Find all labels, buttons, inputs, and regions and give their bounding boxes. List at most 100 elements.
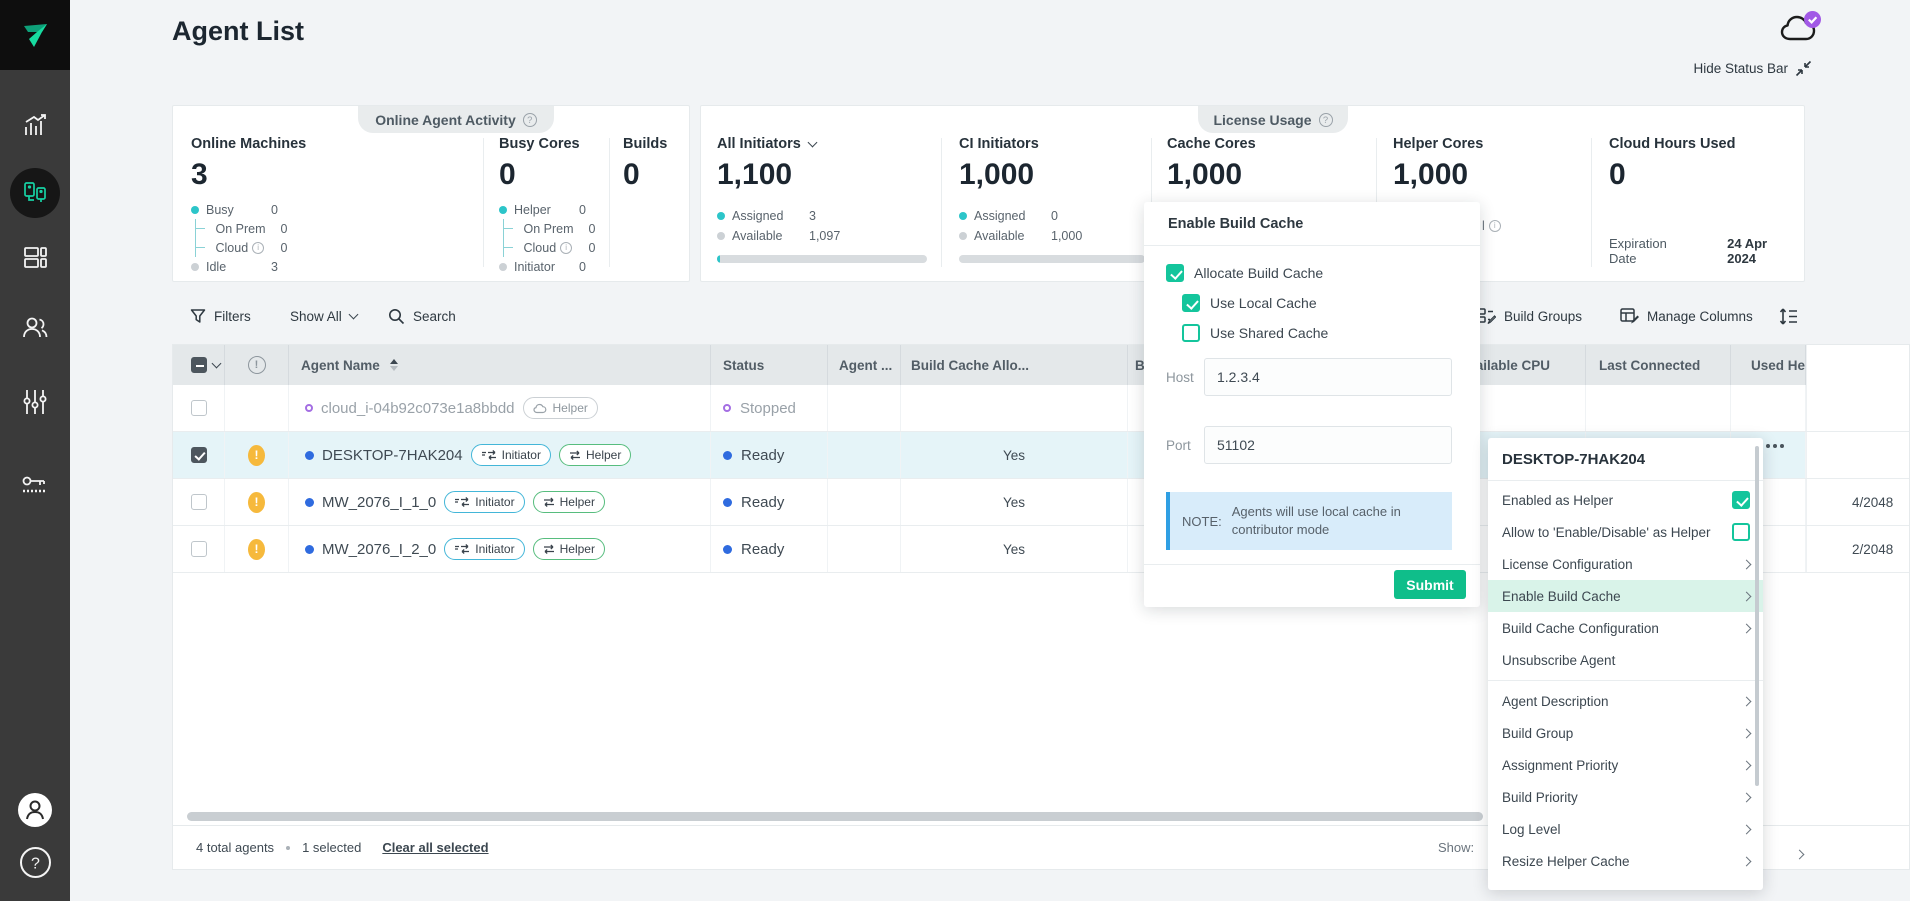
use-shared-cache-option[interactable]: Use Shared Cache — [1182, 318, 1480, 348]
search-button[interactable]: Search — [388, 305, 456, 327]
stat-value: 0 — [499, 158, 607, 192]
host-input[interactable] — [1204, 358, 1452, 396]
menu-item-enable-build-cache[interactable]: Enable Build Cache — [1488, 580, 1763, 612]
row-checkbox[interactable] — [191, 541, 207, 557]
helper-dot — [499, 206, 507, 214]
menu-item-build-priority[interactable]: Build Priority — [1488, 781, 1763, 813]
stat-value: 1,000 — [1393, 158, 1483, 192]
usage-bar — [959, 255, 1145, 263]
select-all-checkbox[interactable] — [191, 357, 207, 373]
chevron-right-icon — [1742, 792, 1752, 802]
svg-text:?: ? — [31, 856, 40, 873]
cloud-connection-icon[interactable] — [1778, 10, 1824, 53]
clear-all-selected-link[interactable]: Clear all selected — [382, 840, 488, 855]
menu-item-enabled-as-helper[interactable]: Enabled as Helper — [1488, 484, 1763, 516]
chevron-down-icon[interactable] — [807, 138, 817, 148]
menu-item-allow-enable-disable[interactable]: Allow to 'Enable/Disable' as Helper — [1488, 516, 1763, 548]
sidebar-item-users[interactable] — [0, 314, 70, 342]
stat-title: Busy Cores — [499, 136, 607, 152]
agent-name[interactable]: MW_2076_I_1_0 — [322, 494, 436, 511]
chevron-down-icon[interactable] — [212, 359, 222, 369]
help-icon[interactable]: ? — [0, 846, 70, 879]
menu-item-license-configuration[interactable]: License Configuration — [1488, 548, 1763, 580]
menu-scrollbar[interactable] — [1755, 446, 1759, 786]
stat-value: 3 — [191, 158, 471, 192]
help-question-icon[interactable]: ? — [1319, 113, 1333, 127]
menu-item-agent-description[interactable]: Agent Description — [1488, 685, 1763, 717]
enable-build-cache-dialog: Enable Build Cache Allocate Build Cache … — [1144, 202, 1480, 607]
manage-columns-button[interactable]: Manage Columns — [1620, 305, 1753, 327]
filters-button[interactable]: Filters — [190, 305, 251, 327]
agent-name[interactable]: cloud_i-04b92c073e1a8bbdd — [321, 400, 515, 417]
table-row[interactable]: cloud_i-04b92c073e1a8bbdd Helper Stopped — [173, 385, 1909, 432]
info-icon[interactable]: i — [1489, 220, 1501, 232]
agent-name[interactable]: DESKTOP-7HAK204 — [322, 447, 463, 464]
stat-title: Builds — [623, 136, 667, 152]
page-title: Agent List — [172, 16, 304, 47]
stat-title: Cloud Hours Used — [1609, 136, 1799, 152]
hide-status-bar-button[interactable]: Hide Status Bar — [1640, 60, 1812, 77]
show-all-dropdown[interactable]: Show All — [290, 305, 357, 327]
stat-value: 1,000 — [1167, 158, 1256, 192]
info-icon[interactable]: i — [560, 242, 572, 254]
app-logo-icon[interactable] — [0, 0, 70, 70]
builds-stat: Builds 0 — [623, 136, 667, 192]
row-checkbox[interactable] — [191, 494, 207, 510]
checkbox-checked[interactable] — [1166, 264, 1184, 282]
checkbox-unchecked[interactable] — [1732, 523, 1750, 541]
warning-column-header: ! — [225, 345, 289, 385]
menu-item-build-cache-configuration[interactable]: Build Cache Configuration — [1488, 612, 1763, 644]
info-icon[interactable]: i — [252, 242, 264, 254]
note-label: NOTE: — [1182, 514, 1222, 529]
sidebar-item-agents-active[interactable] — [0, 168, 70, 218]
checkbox-checked[interactable] — [1732, 491, 1750, 509]
warning-icon[interactable]: ! — [248, 539, 265, 560]
column-header-status: Status — [711, 345, 828, 385]
helper-cores-partial-label: l i — [1482, 219, 1501, 233]
checkbox-unchecked[interactable] — [1182, 324, 1200, 342]
stat-row: Idle 3 — [191, 257, 471, 276]
agent-name-header-label: Agent Name — [301, 358, 380, 373]
row-checkbox-checked[interactable] — [191, 447, 207, 463]
build-groups-label: Build Groups — [1504, 309, 1582, 324]
submit-button[interactable]: Submit — [1394, 570, 1466, 599]
warning-icon[interactable]: ! — [248, 492, 265, 513]
status-label: Ready — [741, 541, 784, 558]
column-header-agent-name[interactable]: Agent Name — [289, 345, 711, 385]
initiator-badge: Initiator — [444, 538, 524, 560]
column-header-used-helper: Used He — [1731, 345, 1806, 385]
horizontal-scrollbar[interactable] — [187, 812, 1483, 821]
warning-icon[interactable]: ! — [248, 445, 265, 466]
user-avatar[interactable] — [0, 792, 70, 828]
agent-name[interactable]: MW_2076_I_2_0 — [322, 541, 436, 558]
menu-item-build-group[interactable]: Build Group — [1488, 717, 1763, 749]
sidebar-item-settings[interactable] — [0, 388, 70, 416]
checkbox-checked[interactable] — [1182, 294, 1200, 312]
stat-row: Cloudi 0 — [504, 238, 608, 257]
sidebar-item-dashboard[interactable] — [0, 112, 70, 139]
menu-item-log-level[interactable]: Log Level — [1488, 813, 1763, 845]
allocate-build-cache-label: Allocate Build Cache — [1194, 265, 1323, 281]
menu-item-assignment-priority[interactable]: Assignment Priority — [1488, 749, 1763, 781]
pagination-next-icon[interactable] — [1796, 845, 1803, 863]
sort-control[interactable] — [390, 359, 398, 371]
sidebar-item-builds[interactable] — [0, 244, 70, 271]
alert-icon: ! — [248, 356, 266, 374]
used-helper-value: 2/2048 — [1852, 542, 1893, 557]
row-density-button[interactable] — [1778, 305, 1798, 327]
use-shared-cache-label: Use Shared Cache — [1210, 325, 1328, 341]
menu-item-resize-helper-cache[interactable]: Resize Helper Cache — [1488, 845, 1763, 877]
sidebar-item-license[interactable] — [0, 472, 70, 498]
use-local-cache-option[interactable]: Use Local Cache — [1182, 288, 1480, 318]
row-actions-menu-icon[interactable] — [1766, 444, 1784, 448]
allocate-build-cache-option[interactable]: Allocate Build Cache — [1166, 258, 1480, 288]
helper-badge: Helper — [533, 491, 605, 513]
port-input[interactable] — [1204, 426, 1452, 464]
menu-item-unsubscribe-agent[interactable]: Unsubscribe Agent — [1488, 644, 1763, 676]
row-checkbox[interactable] — [191, 400, 207, 416]
ready-status-dot — [305, 451, 314, 460]
build-groups-button[interactable]: Build Groups — [1477, 305, 1582, 327]
stat-row: Available 1,000 — [959, 226, 1149, 246]
initiator-dot — [499, 263, 507, 271]
help-question-icon[interactable]: ? — [523, 113, 537, 127]
